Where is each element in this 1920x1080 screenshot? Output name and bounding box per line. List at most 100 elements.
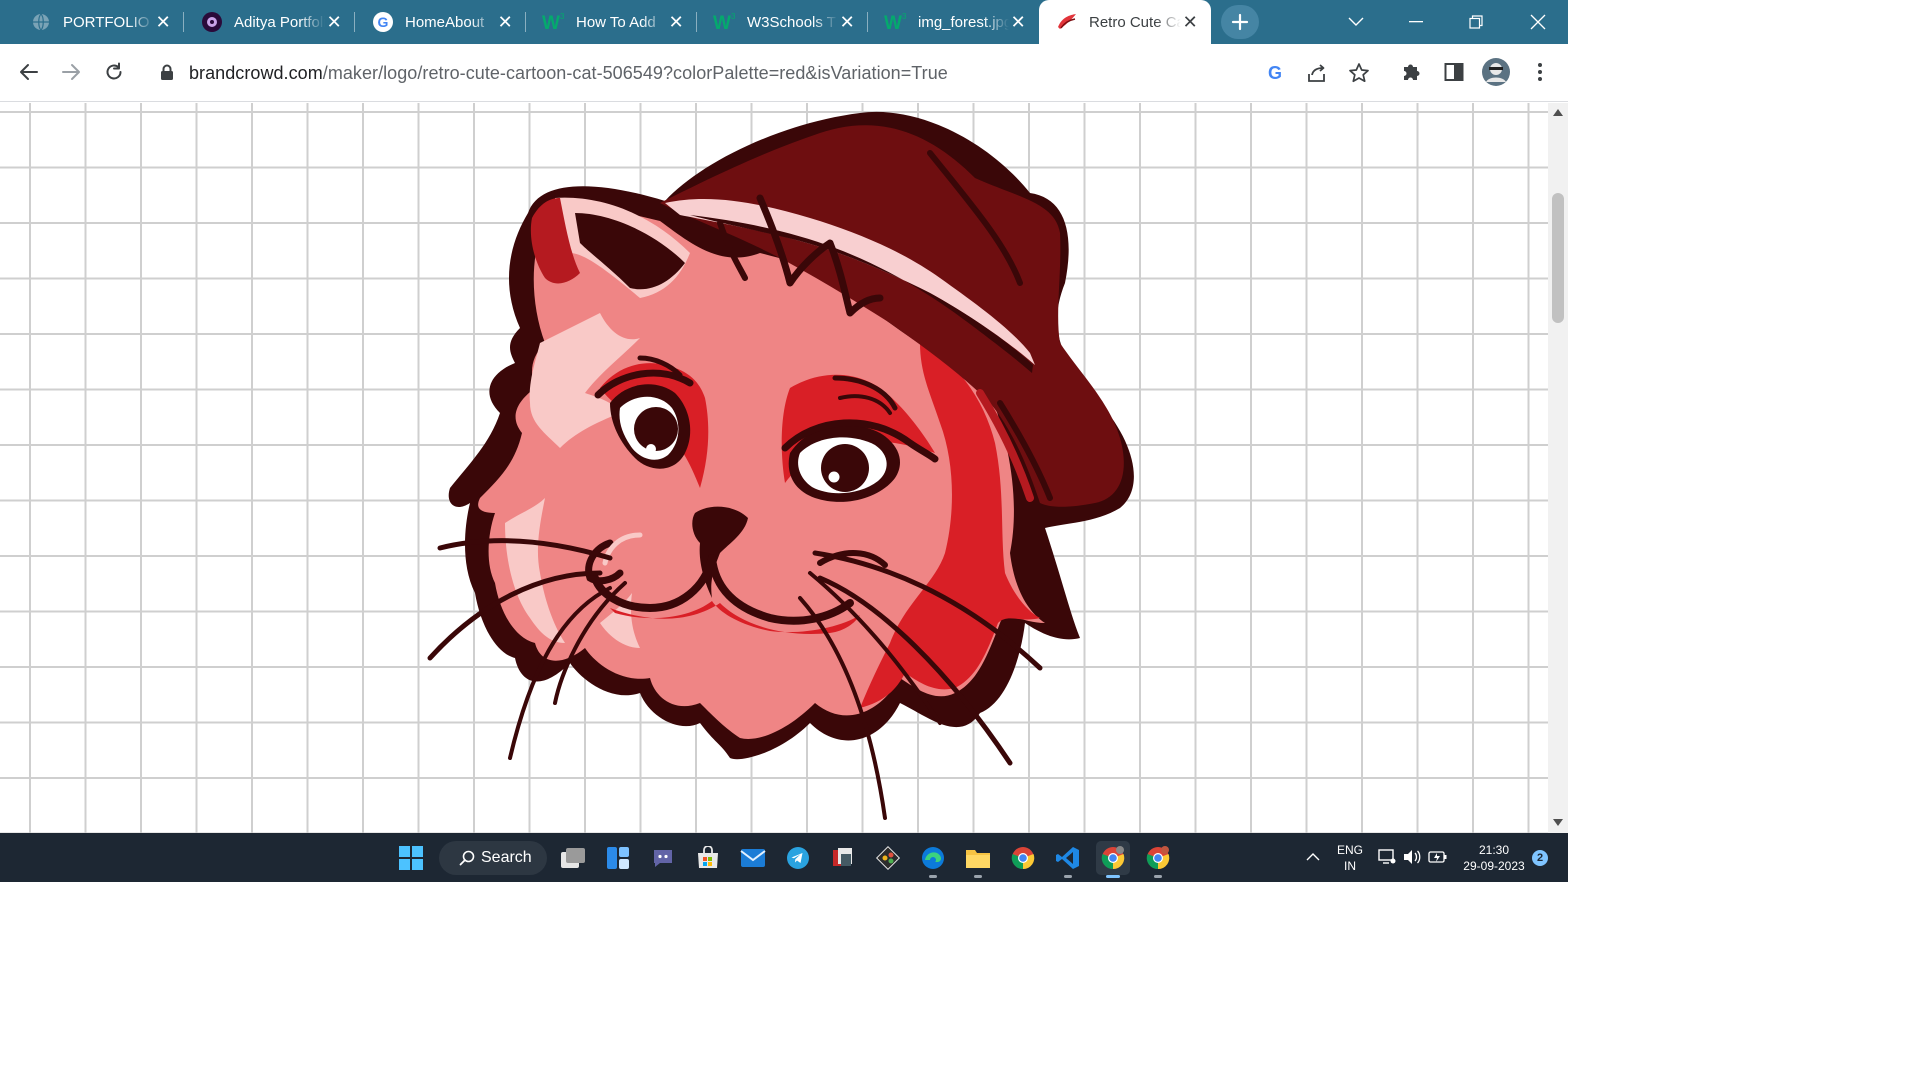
side-panel-icon bbox=[1444, 63, 1464, 81]
close-icon bbox=[1530, 14, 1546, 30]
close-tab-icon[interactable]: ✕ bbox=[1181, 12, 1199, 32]
svg-text:G: G bbox=[1268, 63, 1282, 83]
svg-text:G: G bbox=[378, 14, 389, 30]
restore-button[interactable] bbox=[1446, 0, 1506, 44]
tab-title: HomeAbout bbox=[405, 13, 485, 31]
chrome-profile-icon[interactable] bbox=[1096, 841, 1130, 878]
extensions-button[interactable] bbox=[1393, 54, 1429, 90]
arrow-left-icon bbox=[20, 64, 38, 80]
close-tab-icon[interactable]: ✕ bbox=[838, 12, 856, 32]
back-button[interactable] bbox=[11, 54, 47, 90]
close-tab-icon[interactable]: ✕ bbox=[154, 12, 172, 32]
close-window-button[interactable] bbox=[1508, 0, 1568, 44]
svg-text:W: W bbox=[542, 13, 560, 33]
widgets-icon[interactable] bbox=[601, 841, 635, 875]
windows-taskbar: Search ENG IN 21:30 29-09-2023 2 bbox=[0, 833, 1568, 882]
share-icon[interactable] bbox=[1306, 62, 1328, 89]
files-app-icon[interactable] bbox=[826, 841, 860, 875]
telegram-icon[interactable] bbox=[781, 841, 815, 875]
git-icon[interactable] bbox=[871, 841, 905, 875]
globe-icon bbox=[29, 10, 53, 34]
clock-date: 29-09-2023 bbox=[1463, 859, 1525, 873]
edge-icon[interactable] bbox=[916, 841, 950, 878]
tab-retro-cute-cat[interactable]: Retro Cute Cartoon Cat ✕ bbox=[1039, 0, 1211, 44]
close-tab-icon[interactable]: ✕ bbox=[1009, 12, 1027, 32]
url-text[interactable]: brandcrowd.com/maker/logo/retro-cute-car… bbox=[189, 63, 948, 84]
battery-icon[interactable] bbox=[1428, 850, 1448, 869]
chrome-profile2-icon[interactable] bbox=[1141, 841, 1175, 878]
browser-toolbar: brandcrowd.com/maker/logo/retro-cute-car… bbox=[0, 44, 1568, 102]
search-label: Search bbox=[481, 849, 532, 866]
language-line1: ENG bbox=[1337, 843, 1364, 857]
bookmark-star-icon[interactable] bbox=[1348, 62, 1370, 89]
tab-search-button[interactable] bbox=[1326, 0, 1386, 44]
w3schools-icon: W3 bbox=[542, 10, 566, 34]
scroll-up-arrow-icon[interactable] bbox=[1553, 109, 1563, 116]
store-icon[interactable] bbox=[691, 841, 725, 875]
page-scrollbar[interactable] bbox=[1548, 103, 1568, 833]
lock-icon[interactable] bbox=[160, 64, 174, 86]
url-host: brandcrowd.com bbox=[189, 63, 323, 83]
brandcrowd-icon bbox=[1055, 10, 1079, 34]
w3schools-icon: W3 bbox=[884, 10, 908, 34]
close-tab-icon[interactable]: ✕ bbox=[667, 12, 685, 32]
tab-title: Retro Cute Cartoon Cat bbox=[1089, 13, 1182, 31]
svg-text:3: 3 bbox=[560, 12, 565, 21]
network-icon[interactable] bbox=[1378, 849, 1396, 870]
restore-icon bbox=[1469, 15, 1483, 29]
svg-text:3: 3 bbox=[731, 12, 736, 21]
volume-icon[interactable] bbox=[1403, 849, 1421, 870]
tab-title: How To Add bbox=[576, 13, 656, 31]
clock[interactable]: 21:30 29-09-2023 bbox=[1458, 842, 1530, 874]
tab-title: PORTFOLIO bbox=[63, 13, 150, 31]
teams-chat-icon[interactable] bbox=[646, 841, 680, 875]
close-tab-icon[interactable]: ✕ bbox=[325, 12, 343, 32]
google-g-icon: G bbox=[371, 10, 395, 34]
chevron-up-icon bbox=[1306, 853, 1320, 861]
minimize-icon bbox=[1409, 21, 1423, 23]
task-view-icon[interactable] bbox=[556, 841, 590, 875]
tab-aditya-portfolio[interactable]: Aditya Portfolio ✕ bbox=[184, 0, 355, 44]
puzzle-icon bbox=[1404, 64, 1420, 80]
mail-icon[interactable] bbox=[736, 841, 770, 875]
chevron-down-icon bbox=[1348, 17, 1364, 26]
svg-text:W: W bbox=[713, 13, 731, 33]
tab-w3schools[interactable]: W3 W3Schools T ✕ bbox=[697, 0, 868, 44]
svg-text:3: 3 bbox=[902, 12, 907, 21]
w3schools-icon: W3 bbox=[713, 10, 737, 34]
notification-badge[interactable]: 2 bbox=[1532, 850, 1548, 866]
chrome-icon[interactable] bbox=[1006, 841, 1040, 875]
google-lens-icon[interactable]: G bbox=[1264, 62, 1286, 89]
tab-portfolio[interactable]: PORTFOLIO ✕ bbox=[13, 0, 184, 44]
address-bar[interactable]: brandcrowd.com/maker/logo/retro-cute-car… bbox=[146, 52, 1384, 94]
minimize-button[interactable] bbox=[1386, 0, 1446, 44]
url-path: /maker/logo/retro-cute-cartoon-cat-50654… bbox=[322, 63, 948, 83]
side-panel-button[interactable] bbox=[1436, 54, 1472, 90]
search-icon bbox=[459, 850, 475, 866]
clock-time: 21:30 bbox=[1478, 843, 1510, 857]
scroll-down-arrow-icon[interactable] bbox=[1553, 819, 1563, 826]
windows-start-icon[interactable] bbox=[394, 841, 428, 875]
taskbar-search-button[interactable]: Search bbox=[439, 841, 547, 875]
profile-avatar[interactable] bbox=[1478, 54, 1514, 90]
avatar-icon bbox=[1482, 58, 1510, 86]
tab-how-to-add[interactable]: W3 How To Add ✕ bbox=[526, 0, 697, 44]
browser-menu-button[interactable] bbox=[1522, 54, 1558, 90]
language-indicator[interactable]: ENG IN bbox=[1337, 842, 1363, 874]
reload-button[interactable] bbox=[96, 54, 132, 90]
tab-img-forest[interactable]: W3 img_forest.jpg ✕ bbox=[868, 0, 1039, 44]
file-explorer-icon[interactable] bbox=[961, 841, 995, 878]
cat-logo-artwork[interactable] bbox=[0, 103, 1548, 833]
tab-title: img_forest.jpg bbox=[918, 13, 1010, 31]
close-tab-icon[interactable]: ✕ bbox=[496, 12, 514, 32]
vscode-icon[interactable] bbox=[1051, 841, 1085, 878]
portfolio-logo-icon bbox=[200, 10, 224, 34]
new-tab-button[interactable] bbox=[1221, 5, 1259, 39]
tab-title: Aditya Portfolio bbox=[234, 13, 326, 31]
reload-icon bbox=[106, 62, 122, 80]
scroll-thumb[interactable] bbox=[1552, 193, 1564, 323]
forward-button[interactable] bbox=[53, 54, 89, 90]
language-line2: IN bbox=[1344, 859, 1356, 873]
show-hidden-icons-button[interactable] bbox=[1306, 849, 1320, 867]
tab-homeabout[interactable]: G HomeAbout ✕ bbox=[355, 0, 526, 44]
